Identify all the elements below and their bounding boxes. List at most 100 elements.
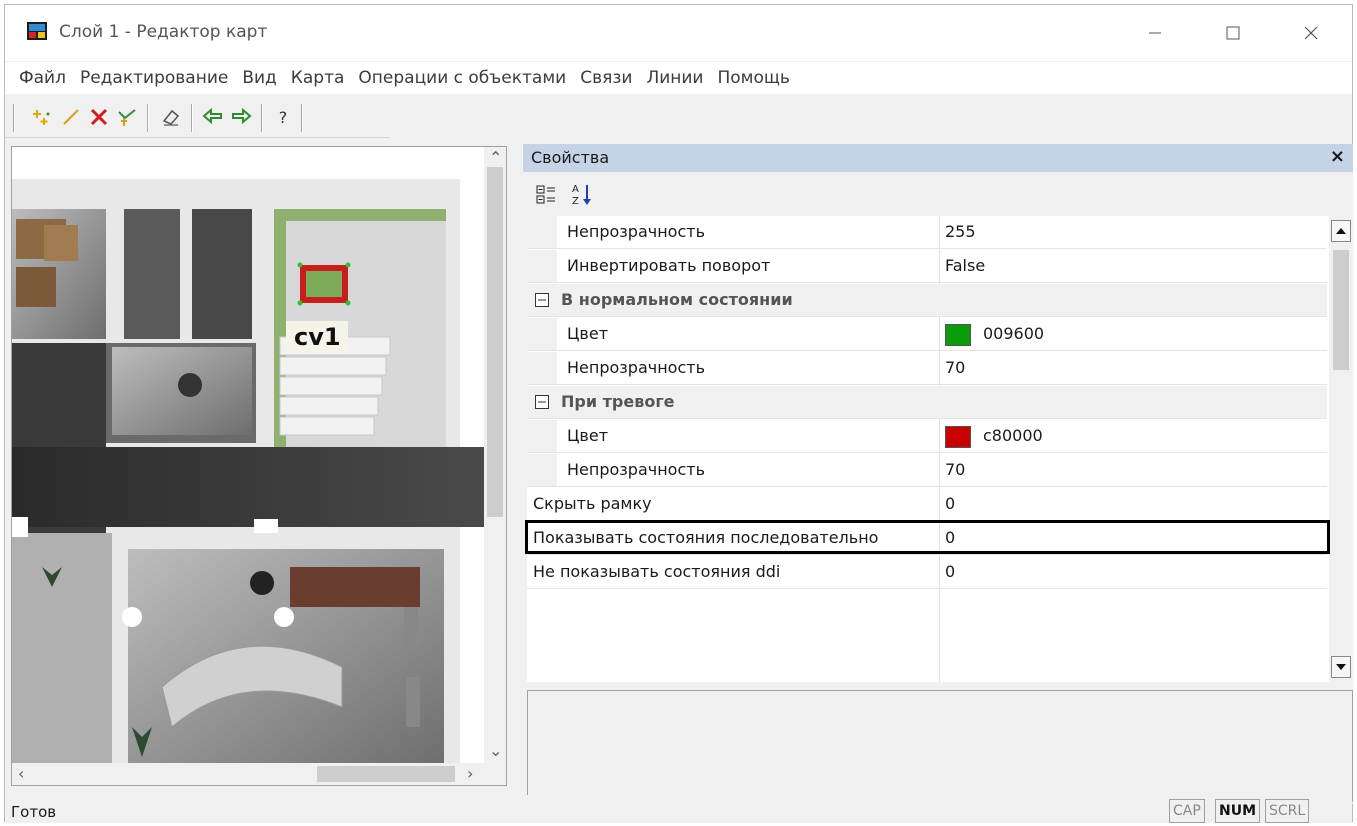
status-bar: Готов CAP NUM SCRL (5, 795, 1352, 823)
menu-view[interactable]: Вид (242, 68, 276, 88)
redo-button[interactable] (229, 105, 253, 129)
maximize-button[interactable] (1211, 15, 1255, 51)
property-value[interactable]: 70 (945, 460, 965, 479)
scroll-lock-indicator: SCRL (1265, 799, 1310, 823)
eraser-icon (162, 109, 180, 126)
menu-file[interactable]: Файл (19, 68, 66, 88)
category-name: При тревоге (561, 392, 675, 411)
color-swatch-red[interactable] (945, 426, 971, 448)
row-gutter (527, 352, 557, 384)
properties-panel: Свойства × A Z Непрозрачность 255 Инверт… (523, 144, 1353, 804)
minimize-button[interactable] (1133, 15, 1177, 51)
property-row-normal-opacity[interactable]: Непрозрачность 70 (527, 352, 1327, 385)
row-gutter (527, 420, 557, 452)
map-vertical-scrollbar[interactable]: ⌃ ⌄ (484, 147, 506, 765)
property-grid-scrollbar[interactable] (1329, 216, 1353, 682)
delete-x-icon (90, 108, 108, 126)
status-text: Готов (11, 803, 57, 821)
property-name: Непрозрачность (567, 358, 705, 377)
scroll-up-icon[interactable]: ⌃ (489, 148, 502, 167)
map-horizontal-scrollbar[interactable]: ‹ › (12, 763, 486, 785)
floor-plan-canvas[interactable]: cv1 (12, 147, 486, 765)
menu-lines[interactable]: Линии (646, 68, 703, 88)
title-bar: Слой 1 - Редактор карт (5, 5, 1352, 61)
categorized-icon (536, 185, 555, 204)
add-point-button[interactable] (31, 105, 55, 129)
property-name: Скрыть рамку (533, 494, 652, 513)
properties-close-button[interactable]: × (1330, 146, 1345, 167)
property-row-normal-color[interactable]: Цвет 009600 (527, 318, 1327, 351)
minimize-icon (1149, 32, 1161, 34)
property-value[interactable]: 0 (945, 494, 955, 513)
property-row-invert-rotation[interactable]: Инвертировать поворот False (527, 250, 1327, 283)
property-row-opacity[interactable]: Непрозрачность 255 (527, 216, 1327, 249)
properties-title: Свойства (531, 148, 610, 167)
alphabetical-sort-button[interactable]: A Z (571, 182, 595, 208)
collapse-icon[interactable] (535, 395, 549, 409)
toolbar-separator (261, 104, 262, 132)
menu-help[interactable]: Помощь (717, 68, 789, 88)
map-editor-app-icon (27, 22, 47, 40)
scroll-left-icon[interactable]: ‹ (18, 764, 24, 783)
delete-button[interactable] (87, 105, 111, 129)
property-name: Инвертировать поворот (567, 256, 771, 275)
property-name: Не показывать состояния ddi (533, 562, 781, 581)
svg-text:Z: Z (572, 196, 579, 207)
row-gutter (527, 454, 557, 486)
close-icon (1304, 26, 1318, 40)
property-name: Цвет (567, 426, 609, 445)
property-row-hide-frame[interactable]: Скрыть рамку 0 (527, 488, 1327, 521)
property-value[interactable]: False (945, 256, 985, 275)
properties-header: Свойства × (523, 144, 1353, 172)
close-window-button[interactable] (1289, 15, 1333, 51)
property-row-alarm-opacity[interactable]: Непрозрачность 70 (527, 454, 1327, 487)
toolbar: ? (5, 97, 390, 138)
grid-scroll-down-button[interactable] (1331, 656, 1351, 678)
property-value[interactable]: c80000 (983, 426, 1043, 445)
toolbar-separator (13, 104, 14, 132)
property-grid[interactable]: Непрозрачность 255 Инвертировать поворот… (527, 216, 1353, 682)
scroll-down-icon[interactable]: ⌄ (489, 741, 502, 760)
map-object-label[interactable]: cv1 (294, 323, 341, 351)
map-vertical-scroll-thumb[interactable] (487, 167, 503, 517)
color-swatch-green[interactable] (945, 324, 971, 346)
floor-plan-image (12, 147, 486, 765)
property-row-hide-ddi-states[interactable]: Не показывать состояния ddi 0 (527, 556, 1327, 589)
property-value[interactable]: 009600 (983, 324, 1044, 343)
caps-lock-indicator: CAP (1169, 799, 1205, 823)
window-title: Слой 1 - Редактор карт (59, 22, 268, 42)
category-alarm-state[interactable]: При тревоге (527, 386, 1327, 419)
property-grid-scroll-thumb[interactable] (1333, 250, 1349, 370)
category-normal-state[interactable]: В нормальном состоянии (527, 284, 1327, 317)
property-row-alarm-color[interactable]: Цвет c80000 (527, 420, 1327, 453)
row-gutter (527, 318, 557, 350)
eraser-button[interactable] (159, 105, 183, 129)
menu-edit[interactable]: Редактирование (80, 68, 228, 88)
property-name: Непрозрачность (567, 460, 705, 479)
edit-points-button[interactable] (115, 105, 139, 129)
scroll-right-icon[interactable]: › (467, 764, 473, 783)
sort-az-icon: A Z (572, 184, 591, 207)
map-horizontal-scroll-thumb[interactable] (317, 766, 455, 782)
row-gutter (527, 250, 557, 282)
toolbar-separator (191, 104, 192, 132)
undo-button[interactable] (201, 105, 225, 129)
map-view[interactable]: cv1 ⌃ ⌄ ‹ › (11, 146, 507, 786)
svg-text:A: A (572, 184, 579, 195)
collapse-icon[interactable] (535, 293, 549, 307)
grid-scroll-up-button[interactable] (1331, 220, 1351, 242)
help-button[interactable]: ? (271, 105, 295, 129)
menu-object-operations[interactable]: Операции с объектами (358, 68, 566, 88)
property-value[interactable]: 255 (945, 222, 976, 241)
toolbar-separator (301, 104, 302, 132)
category-name: В нормальном состоянии (561, 290, 793, 309)
edit-points-icon (118, 109, 136, 126)
scrollbar-corner (484, 763, 506, 785)
row-gutter (527, 216, 557, 248)
property-value[interactable]: 0 (945, 562, 955, 581)
draw-line-button[interactable] (59, 105, 83, 129)
property-value[interactable]: 70 (945, 358, 965, 377)
categorized-view-button[interactable] (535, 184, 557, 206)
menu-links[interactable]: Связи (580, 68, 632, 88)
menu-map[interactable]: Карта (291, 68, 345, 88)
